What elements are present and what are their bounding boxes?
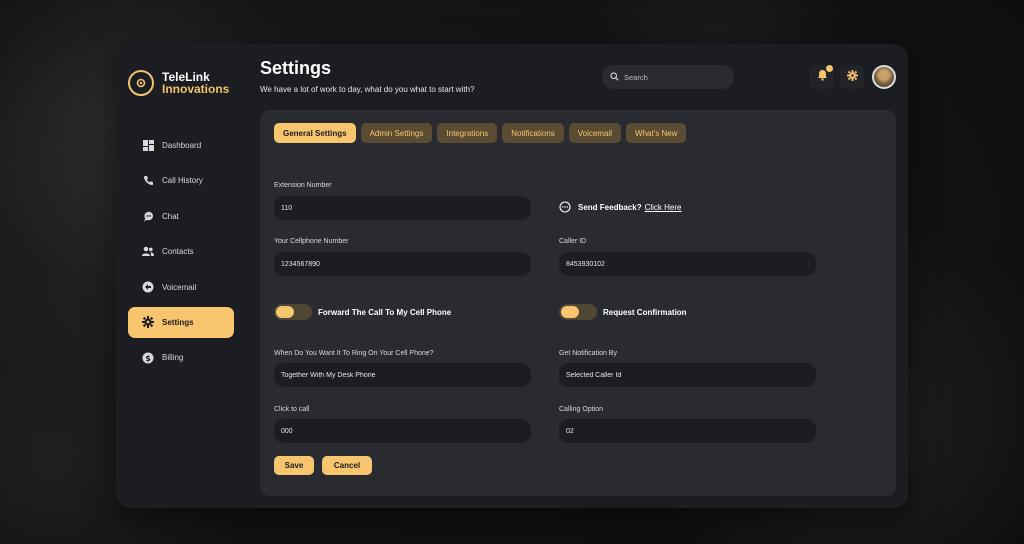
- settings-button[interactable]: [840, 65, 864, 89]
- sidebar-item-label: Billing: [162, 353, 184, 363]
- caller-id-field[interactable]: [559, 252, 816, 276]
- chat-icon: [142, 210, 154, 222]
- tab-notifications[interactable]: Notifications: [502, 123, 564, 143]
- sidebar-item-billing[interactable]: $ Billing: [128, 342, 234, 373]
- click-to-call-label: Click to call: [274, 406, 310, 413]
- request-confirmation-toggle[interactable]: [559, 304, 597, 320]
- brand: TeleLink Innovations: [128, 70, 229, 96]
- cellphone-number-label: Your Cellphone Number: [274, 238, 349, 245]
- save-button[interactable]: Save: [274, 456, 314, 475]
- send-feedback: Send Feedback? Click Here: [559, 201, 681, 213]
- gear-icon: [846, 68, 858, 86]
- caller-id-input[interactable]: [566, 260, 816, 268]
- ring-option-input[interactable]: [281, 371, 531, 379]
- sidebar-item-settings[interactable]: Settings: [128, 306, 234, 338]
- cancel-button[interactable]: Cancel: [322, 456, 372, 475]
- chat-bubble-icon: [559, 201, 571, 213]
- sidebar-item-label: Contacts: [162, 247, 194, 257]
- app-window: TeleLink Innovations Dashboard Call Hist…: [116, 44, 908, 508]
- tab-integrations[interactable]: Integrations: [437, 123, 498, 143]
- click-to-call-field[interactable]: [274, 419, 531, 443]
- sidebar-item-label: Dashboard: [162, 141, 202, 150]
- phone-icon: [142, 175, 154, 187]
- tab-whats-new[interactable]: What's New: [626, 123, 687, 143]
- contacts-icon: [142, 246, 154, 258]
- avatar[interactable]: [872, 65, 896, 89]
- toggle-knob: [276, 306, 294, 318]
- calling-option-label: Calling Option: [559, 406, 603, 413]
- tab-voicemail[interactable]: Voicemail: [568, 123, 622, 143]
- brand-logo-icon: [128, 70, 154, 96]
- cellphone-number-field[interactable]: [274, 252, 531, 276]
- extension-number-label: Extension Number: [274, 182, 332, 189]
- settings-panel: General Settings Admin Settings Integrat…: [260, 110, 896, 496]
- gear-icon: [142, 316, 154, 329]
- sidebar-nav: Dashboard Call History Chat Contacts Voi…: [128, 130, 234, 378]
- sidebar-item-contacts[interactable]: Contacts: [128, 236, 234, 267]
- page-title: Settings: [260, 58, 332, 78]
- toggle-knob: [561, 306, 579, 318]
- search-input[interactable]: [624, 72, 724, 82]
- notification-method-input[interactable]: [566, 371, 816, 379]
- sidebar-item-label: Settings: [162, 317, 194, 327]
- ring-option-label: When Do You Want It To Ring On Your Cell…: [274, 350, 434, 357]
- dashboard-icon: [142, 140, 154, 152]
- forward-call-toggle[interactable]: [274, 304, 312, 320]
- sidebar-item-label: Voicemail: [162, 282, 197, 292]
- notification-badge: [826, 65, 833, 72]
- sidebar-item-chat[interactable]: Chat: [128, 201, 234, 232]
- extension-number-input[interactable]: [281, 204, 531, 212]
- click-to-call-input[interactable]: [281, 427, 531, 435]
- extension-number-field[interactable]: [274, 196, 531, 220]
- request-confirmation-toggle-label: Request Confirmation: [603, 308, 687, 317]
- sidebar-item-label: Chat: [162, 211, 179, 221]
- voicemail-icon: [142, 281, 154, 293]
- caller-id-label: Caller ID: [559, 238, 587, 245]
- calling-option-input[interactable]: [566, 427, 816, 435]
- sidebar-item-label: Call History: [162, 176, 203, 186]
- sidebar-item-dashboard[interactable]: Dashboard: [128, 130, 234, 161]
- notification-method-select[interactable]: [559, 363, 816, 387]
- notification-method-label: Get Notification By: [559, 350, 617, 357]
- ring-option-select[interactable]: [274, 363, 531, 387]
- cellphone-number-input[interactable]: [281, 260, 531, 268]
- svg-text:$: $: [145, 354, 151, 363]
- calling-option-field[interactable]: [559, 419, 816, 443]
- tab-general-settings[interactable]: General Settings: [274, 123, 356, 143]
- tab-admin-settings[interactable]: Admin Settings: [360, 123, 433, 143]
- search-bar[interactable]: [602, 65, 734, 89]
- sidebar-item-call-history[interactable]: Call History: [128, 165, 234, 196]
- brand-subtitle: Innovations: [162, 82, 230, 96]
- notifications-button[interactable]: [810, 65, 834, 89]
- send-feedback-text: Send Feedback?: [578, 202, 642, 212]
- search-icon: [610, 68, 619, 86]
- sidebar-item-voicemail[interactable]: Voicemail: [128, 272, 234, 303]
- settings-tabs: General Settings Admin Settings Integrat…: [274, 123, 691, 143]
- forward-call-toggle-label: Forward The Call To My Cell Phone: [318, 308, 452, 317]
- click-here-link[interactable]: Click Here: [645, 203, 682, 212]
- dollar-icon: $: [142, 352, 154, 364]
- page-subtitle: We have a lot of work to day, what do yo…: [260, 85, 475, 94]
